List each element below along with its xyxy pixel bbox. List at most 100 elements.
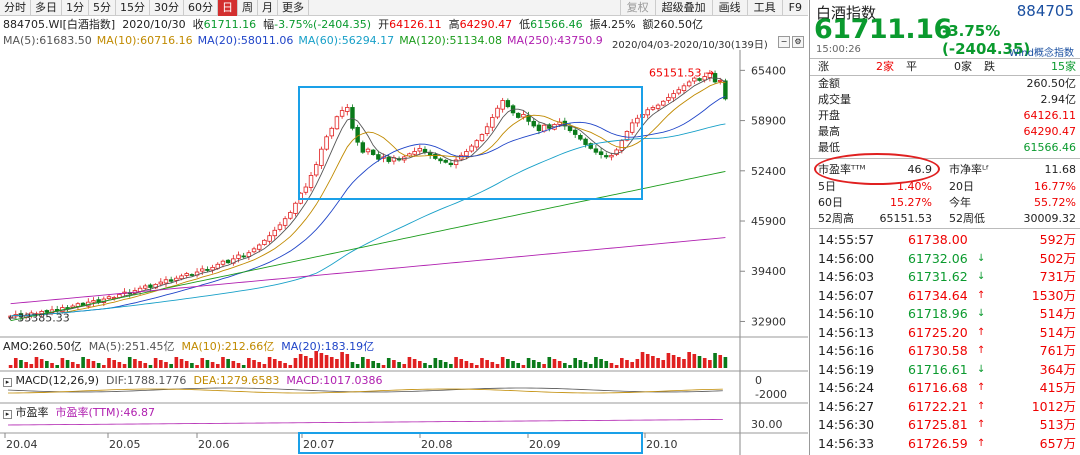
ma250-line	[10, 237, 726, 305]
period-tab-8[interactable]: 周	[238, 0, 258, 16]
volume-bar	[169, 364, 173, 368]
highlight-box-candles	[298, 86, 643, 200]
period-tab-10[interactable]: 更多	[278, 0, 309, 16]
candle-body	[189, 274, 195, 276]
toolbar-button-1[interactable]: 超级叠加	[654, 0, 712, 16]
stat-row-4: 最低 61566.46	[818, 141, 1076, 155]
candle-body	[236, 254, 241, 259]
volume-bar	[13, 358, 18, 368]
volume-bar	[661, 360, 666, 368]
tick-row: 14:56:00 61732.06 ↓ 502万	[818, 251, 1076, 268]
tick-volume: 514万	[1039, 306, 1076, 321]
settings-icon[interactable]: ⚙	[792, 36, 804, 48]
period-tab-4[interactable]: 15分	[116, 0, 150, 16]
toolbar-button-4[interactable]: F9	[781, 0, 808, 16]
period-tab-2[interactable]: 1分	[62, 0, 89, 16]
volume-bar	[153, 358, 158, 368]
low-value: 61566.46	[530, 18, 583, 31]
period-tab-9[interactable]: 月	[258, 0, 278, 16]
candle-body	[718, 80, 723, 82]
volume-bar	[324, 355, 329, 368]
volume-bar	[454, 357, 458, 368]
candle-body	[650, 107, 656, 110]
wk52-row: 52周高 65151.53 52周低 30009.32	[818, 212, 1076, 225]
period-tab-6[interactable]: 60分	[184, 0, 218, 16]
index-code-label: 884705.WI[白酒指数]	[3, 18, 116, 31]
volume-bar	[371, 361, 375, 368]
volume-bar	[531, 360, 536, 368]
candle-body	[106, 296, 112, 299]
volume-bar	[614, 365, 619, 368]
tick-row: 14:56:03 61731.62 ↓ 731万	[818, 269, 1076, 286]
volume-bar	[252, 360, 256, 368]
volume-bar	[464, 361, 469, 368]
volume-bar	[133, 359, 137, 368]
period-tab-5[interactable]: 30分	[150, 0, 184, 16]
volume-bar	[526, 358, 531, 368]
volume-bar	[428, 365, 432, 368]
tick-volume: 657万	[1039, 435, 1076, 451]
period-tab-1[interactable]: 多日	[31, 0, 62, 16]
volume-bar	[107, 358, 111, 368]
arrow-up-icon: ↑	[977, 345, 986, 356]
concept-link[interactable]: Wind概念指数	[1009, 44, 1074, 59]
low-annotation: ←33385.33	[8, 312, 70, 325]
candle-body	[210, 266, 215, 271]
candle-body	[174, 277, 179, 281]
period-tab-0[interactable]: 分时	[0, 0, 31, 16]
volume-bar	[91, 361, 96, 368]
volume-bar	[184, 361, 189, 368]
volume-bar	[708, 360, 712, 368]
candle-body	[272, 229, 277, 237]
candle-body	[293, 202, 298, 214]
tick-row: 14:56:16 61730.58 ↑ 761万	[818, 343, 1076, 360]
x-tick-label: 20.04	[6, 438, 38, 451]
toolbar-button-3[interactable]: 工具	[746, 0, 782, 16]
volume-bar	[29, 364, 34, 368]
volume-bar	[718, 355, 723, 368]
tick-price: 61726.59	[908, 435, 968, 451]
period-tab-7[interactable]: 日	[218, 0, 238, 16]
tick-price: 61716.61	[908, 361, 968, 377]
y-tick-label: 45900	[751, 215, 786, 228]
volume-bar	[143, 363, 148, 368]
volume-bar	[671, 355, 676, 368]
toolbar-button-0[interactable]: 复权	[619, 0, 655, 16]
volume-bar	[474, 365, 479, 368]
swing-value: 4.25%	[600, 18, 636, 31]
x-tick-label: 20.05	[109, 438, 141, 451]
stat-value: 64290.47	[1023, 125, 1077, 138]
tick-time: 14:56:10	[818, 306, 875, 321]
period-tab-3[interactable]: 5分	[89, 0, 116, 16]
volume-bar	[666, 353, 671, 368]
amp-value: -3.75%(-2404.35)	[274, 18, 372, 31]
candle-body	[220, 260, 226, 265]
candle-body	[686, 81, 692, 87]
volume-bar	[443, 362, 448, 368]
arrow-down-icon: ↓	[977, 271, 986, 282]
volume-bar	[70, 362, 75, 368]
candle-body	[225, 259, 231, 264]
volume-bar	[583, 362, 588, 368]
tick-volume: 513万	[1039, 417, 1076, 432]
y-tick-label: 52400	[751, 165, 786, 178]
perf-value: 55.72%	[1034, 196, 1076, 209]
candle-body	[91, 300, 96, 303]
zoom-out-button[interactable]: −	[778, 36, 790, 48]
y-tick-label: 65400	[751, 64, 786, 77]
volume-bar	[402, 364, 407, 368]
toolbar-button-2[interactable]: 画线	[711, 0, 747, 16]
volume-bar	[241, 365, 246, 368]
candle-body	[246, 252, 252, 257]
candle-body	[143, 285, 148, 289]
perf-label: 60日	[818, 196, 843, 209]
arrow-up-icon: ↑	[977, 382, 986, 393]
volume-bar	[702, 358, 707, 368]
stat-label: 金额	[818, 77, 840, 90]
volume-bar	[309, 358, 313, 368]
volume-bar	[283, 363, 287, 368]
volume-bar	[314, 351, 319, 368]
stat-row-0: 金额 260.50亿	[818, 77, 1076, 91]
volume-bar	[687, 352, 691, 368]
pe-legend: ▸ 市盈率 市盈率(TTM):46.87	[3, 406, 155, 419]
